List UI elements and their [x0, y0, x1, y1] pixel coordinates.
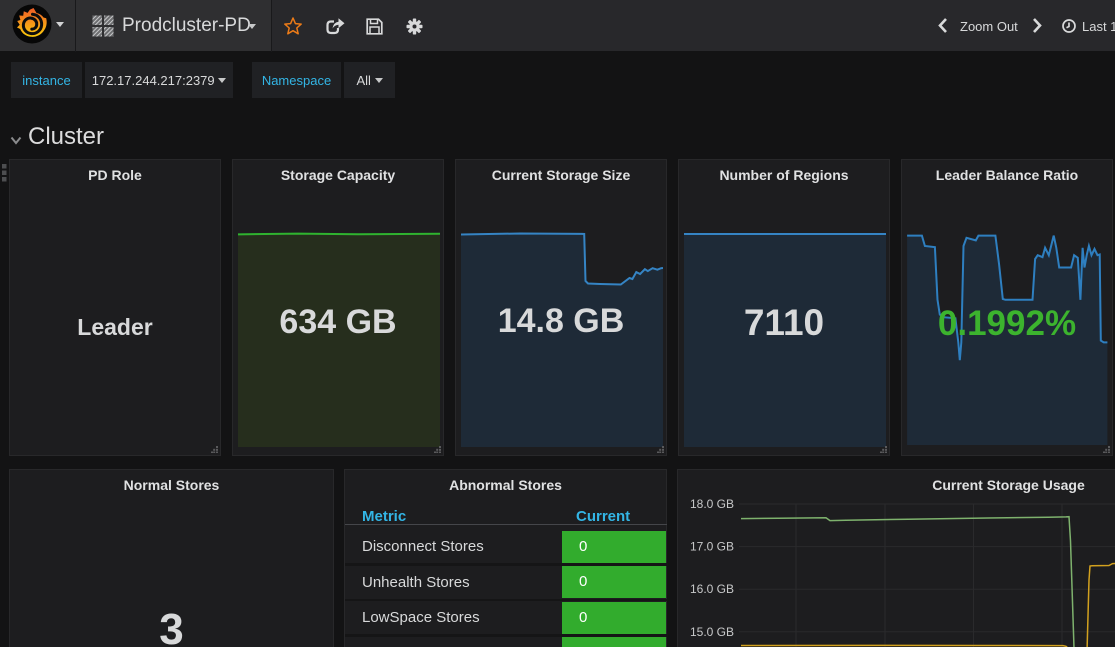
svg-text:15.0 GB: 15.0 GB	[690, 625, 734, 639]
svg-text:17.0 GB: 17.0 GB	[690, 540, 734, 554]
svg-text:16.0 GB: 16.0 GB	[690, 582, 734, 596]
svg-text:18.0 GB: 18.0 GB	[690, 497, 734, 511]
